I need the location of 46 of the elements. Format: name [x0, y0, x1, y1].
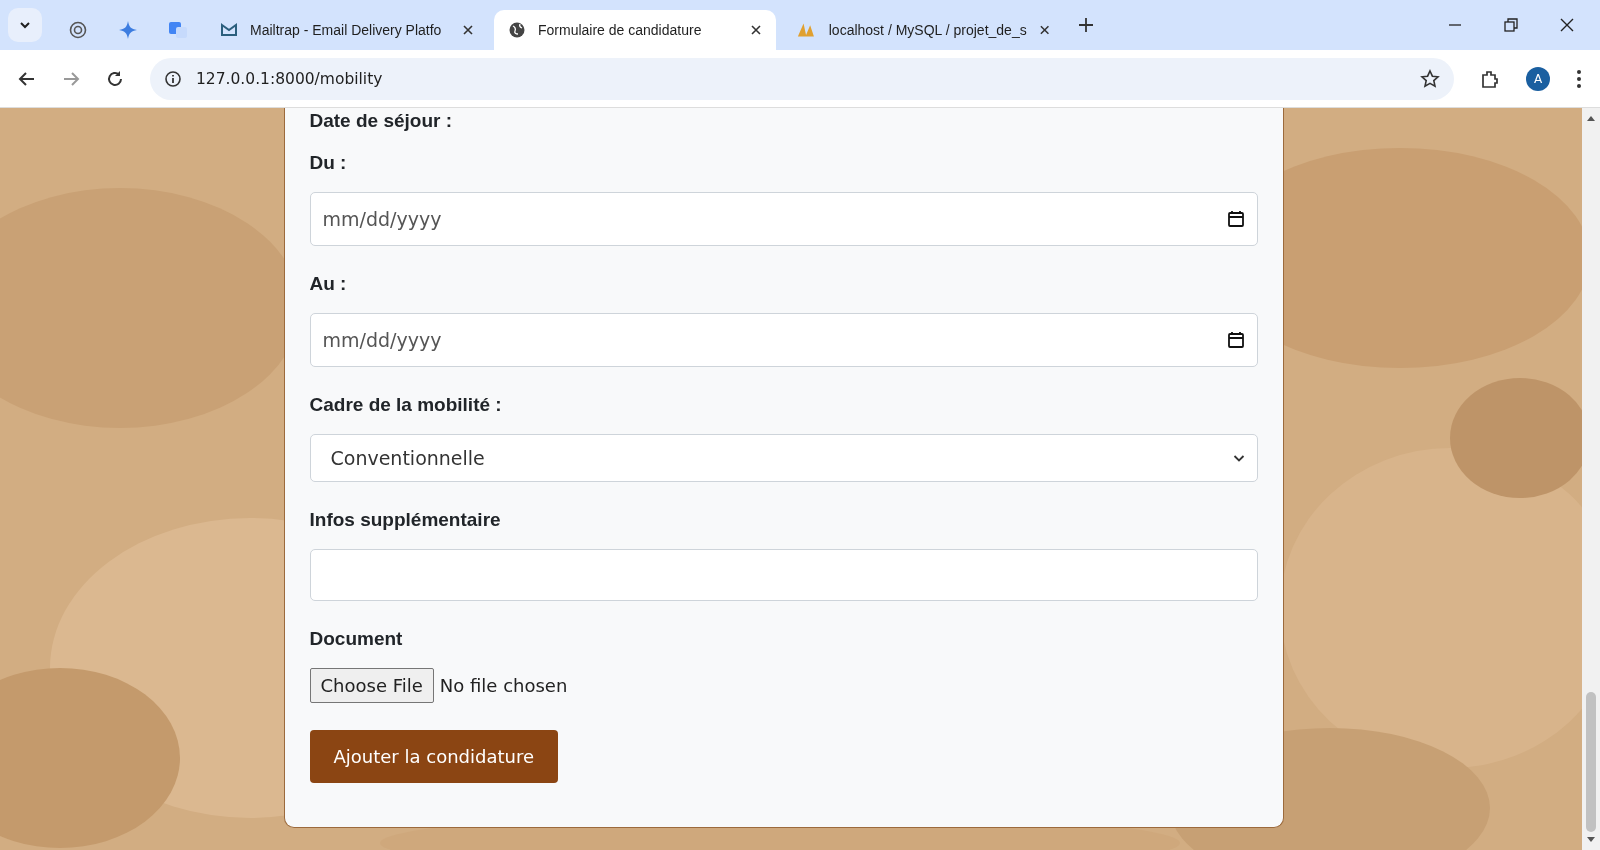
- calendar-icon[interactable]: [1226, 331, 1245, 349]
- address-bar[interactable]: 127.0.0.1:8000/mobility: [150, 57, 1454, 100]
- choose-file-button[interactable]: Choose File: [309, 668, 434, 703]
- close-icon[interactable]: [1038, 24, 1050, 36]
- tab-title: Mailtrap - Email Delivery Platfo: [250, 22, 443, 38]
- browser-tab[interactable]: Mailtrap - Email Delivery Platfo: [206, 10, 488, 50]
- field-label: Infos supplémentaire: [309, 509, 502, 531]
- submit-button[interactable]: Ajouter la condidature: [309, 730, 558, 783]
- select-field[interactable]: Conventionnelle: [309, 434, 1258, 482]
- info-icon[interactable]: [164, 69, 182, 88]
- tab-title: localhost / MySQL / projet_de_s: [828, 22, 1027, 38]
- globe-icon: [508, 21, 526, 39]
- envelope-icon: [220, 21, 238, 39]
- date-field[interactable]: mm/dd/yyyy: [309, 313, 1258, 367]
- url-text: 127.0.0.1:8000/mobility: [196, 69, 384, 88]
- scroll-thumb[interactable]: [1586, 692, 1596, 832]
- new-tab-icon[interactable]: [1078, 17, 1094, 33]
- field-label: Document: [309, 628, 404, 650]
- sparkle-icon: [118, 20, 138, 40]
- section-title: Date de séjour :: [309, 110, 454, 132]
- close-icon[interactable]: [750, 24, 762, 36]
- back-icon[interactable]: [18, 69, 36, 88]
- restore-icon[interactable]: [1504, 18, 1518, 32]
- tab-search-button[interactable]: [8, 8, 42, 42]
- scroll-up-icon[interactable]: [1586, 114, 1596, 122]
- close-icon[interactable]: [1560, 18, 1574, 32]
- tab-title: Formulaire de candidature: [538, 22, 703, 38]
- date-field[interactable]: mm/dd/yyyy: [309, 192, 1258, 246]
- scroll-down-icon[interactable]: [1586, 836, 1596, 844]
- browser-tab[interactable]: Formulaire de candidature: [494, 10, 776, 50]
- bookmark-star-icon[interactable]: [1420, 68, 1440, 89]
- field-label: Cadre de la mobilité :: [309, 394, 503, 416]
- calendar-icon[interactable]: [1226, 210, 1245, 228]
- profile-avatar[interactable]: A: [1526, 66, 1550, 91]
- field-label: Au :: [309, 273, 348, 295]
- reload-icon[interactable]: [106, 69, 124, 88]
- browser-tab[interactable]: localhost / MySQL / projet_de_s: [782, 10, 1064, 50]
- sails-icon: [796, 21, 817, 39]
- puzzle-icon[interactable]: [1480, 68, 1500, 89]
- menu-icon[interactable]: [1576, 68, 1582, 89]
- forward-icon[interactable]: [62, 69, 80, 88]
- scrollbar[interactable]: [1582, 108, 1600, 850]
- field-label: Du :: [309, 152, 348, 174]
- file-status: No file chosen: [439, 675, 568, 696]
- input-field[interactable]: [309, 549, 1258, 601]
- close-icon[interactable]: [462, 24, 474, 36]
